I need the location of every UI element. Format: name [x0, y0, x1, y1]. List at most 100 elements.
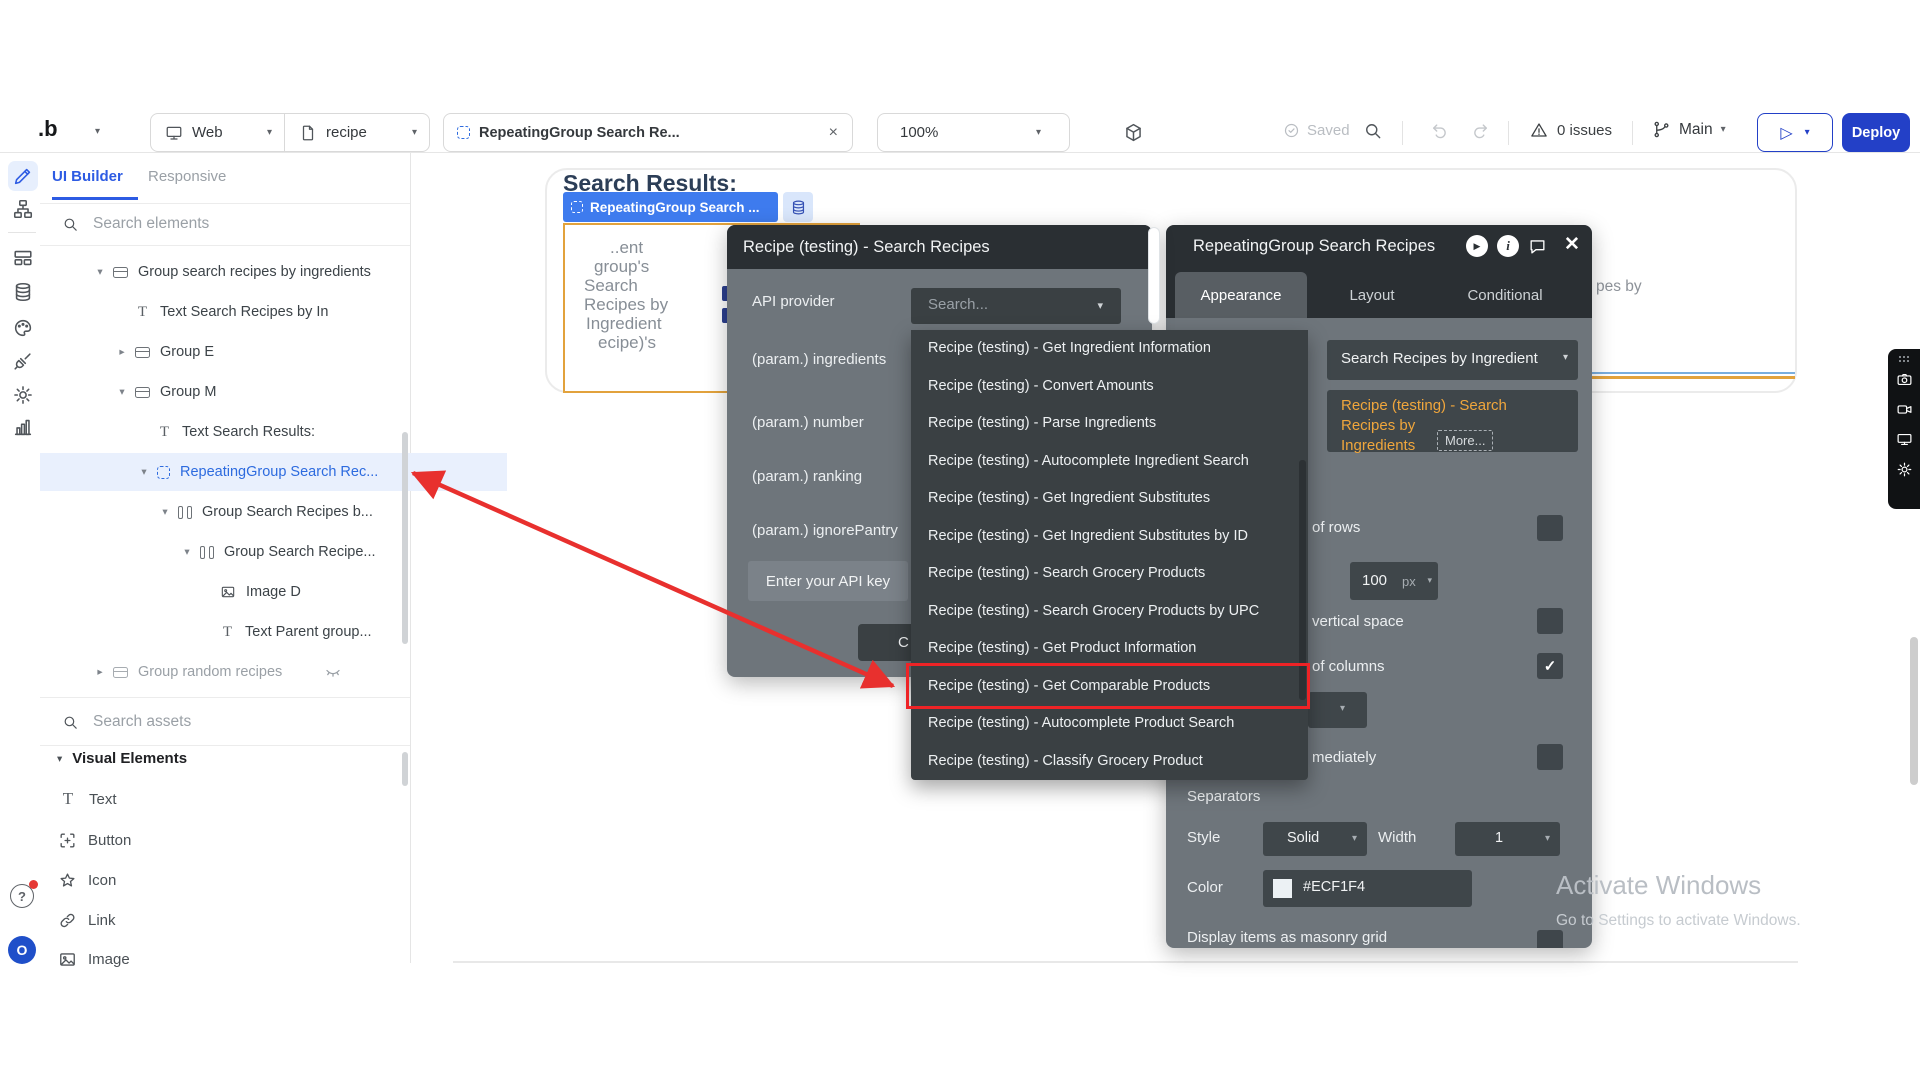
undo-icon[interactable] — [1430, 121, 1450, 141]
camera-icon[interactable] — [1896, 371, 1913, 388]
selected-element-chip[interactable]: RepeatingGroup Search ... — [563, 192, 778, 222]
caret-right-icon[interactable]: ▸ — [93, 666, 107, 678]
redo-icon[interactable] — [1470, 121, 1490, 141]
close-icon[interactable]: × — [829, 124, 838, 142]
color-input[interactable]: #ECF1F4 — [1263, 870, 1472, 907]
data-source-chip[interactable] — [783, 192, 813, 222]
caret-down-icon[interactable]: ▾ — [180, 546, 194, 558]
tree-item-group-e[interactable]: ▸ Group E — [40, 333, 477, 371]
browser-scrollbar-thumb[interactable] — [1910, 637, 1918, 785]
search-elements-row[interactable] — [40, 204, 410, 244]
run-play-icon[interactable]: ▶ — [1466, 235, 1488, 257]
tab-conditional[interactable]: Conditional — [1460, 272, 1550, 318]
asset-item-image[interactable]: Image — [58, 940, 398, 978]
tree-item-group-random-recipes[interactable]: ▸ Group random recipes — [40, 653, 455, 691]
asset-item-link[interactable]: Link — [58, 901, 398, 939]
chevron-down-icon[interactable]: ▾ — [1805, 127, 1810, 138]
settings-gear-icon[interactable] — [12, 384, 34, 406]
bubble-logo[interactable]: .b — [38, 116, 58, 142]
logs-chart-icon[interactable] — [12, 416, 34, 438]
close-icon[interactable]: ✕ — [1564, 233, 1580, 256]
eye-closed-icon[interactable] — [324, 663, 342, 681]
device-dropdown[interactable]: Web ▾ — [150, 113, 285, 152]
screen-capture-toolbar[interactable] — [1888, 349, 1920, 509]
search-assets-input[interactable] — [91, 712, 345, 732]
tab-responsive[interactable]: Responsive — [148, 168, 226, 185]
tree-item-text-search-results[interactable]: Text Search Results: — [40, 413, 499, 451]
partial-dropdown[interactable]: ▾ — [1308, 692, 1367, 728]
zoom-dropdown[interactable]: 100% ▾ — [877, 113, 1070, 152]
component-cube-icon[interactable] — [1123, 122, 1144, 143]
style-dropdown[interactable]: Solid ▾ — [1263, 822, 1367, 856]
provider-option[interactable]: Recipe (testing) - Get Ingredient Inform… — [911, 330, 1308, 368]
provider-option[interactable]: Recipe (testing) - Convert Amounts — [911, 368, 1308, 406]
provider-option[interactable]: Recipe (testing) - Search Grocery Produc… — [911, 555, 1308, 593]
preview-button[interactable]: ▷ ▾ — [1757, 113, 1833, 152]
width-dropdown[interactable]: 1 ▾ — [1455, 822, 1560, 856]
tree-item-repeatinggroup-selected[interactable]: ▾ RepeatingGroup Search Rec... — [40, 453, 507, 491]
deploy-button[interactable]: Deploy — [1842, 113, 1910, 152]
gear-icon[interactable] — [1896, 461, 1913, 478]
page-dropdown[interactable]: recipe ▾ — [284, 113, 430, 152]
provider-option[interactable]: Recipe (testing) - Get Ingredient Substi… — [911, 480, 1308, 518]
asset-item-button[interactable]: Button — [58, 821, 398, 859]
drag-handle-dots-icon[interactable] — [1898, 355, 1910, 363]
row-height-input[interactable]: 100 px ▾ — [1350, 562, 1438, 600]
asset-item-icon[interactable]: Icon — [58, 861, 398, 899]
comment-icon[interactable] — [1528, 237, 1547, 256]
chevron-down-icon[interactable]: ▾ — [1427, 575, 1432, 586]
data-database-icon[interactable] — [12, 281, 34, 303]
tree-item-image-d[interactable]: Image D — [40, 573, 562, 611]
styles-palette-icon[interactable] — [12, 317, 34, 339]
tree-item-group-search-recipes[interactable]: ▾ Group search recipes by ingredients — [40, 253, 455, 291]
provider-option[interactable]: Recipe (testing) - Classify Grocery Prod… — [911, 743, 1308, 781]
search-elements-input[interactable] — [91, 214, 345, 234]
panel-scrollbar-thumb[interactable] — [1148, 227, 1160, 324]
caret-right-icon[interactable]: ▸ — [115, 346, 129, 358]
provider-option[interactable]: Recipe (testing) - Get Product Informati… — [911, 630, 1308, 668]
tree-item-group-search-recipe[interactable]: ▾ Group Search Recipe... — [40, 533, 542, 571]
immediately-checkbox[interactable] — [1537, 744, 1563, 770]
issues-indicator[interactable]: 0 issues — [1530, 121, 1612, 139]
caret-down-icon[interactable]: ▾ — [115, 386, 129, 398]
provider-option[interactable]: Recipe (testing) - Autocomplete Ingredie… — [911, 443, 1308, 481]
provider-option[interactable]: Recipe (testing) - Get Ingredient Substi… — [911, 518, 1308, 556]
element-tab[interactable]: RepeatingGroup Search Re... × — [443, 113, 853, 152]
tree-item-group-search-recipes-b[interactable]: ▾ Group Search Recipes b... — [40, 493, 520, 531]
caret-down-icon[interactable]: ▾ — [137, 466, 151, 478]
rows-checkbox[interactable] — [1537, 515, 1563, 541]
visual-elements-header[interactable]: ▾ Visual Elements — [57, 750, 187, 767]
tree-item-text-search-recipes[interactable]: Text Search Recipes by In — [40, 293, 477, 331]
video-camera-icon[interactable] — [1896, 401, 1913, 418]
screen-icon[interactable] — [1896, 431, 1913, 448]
provider-option[interactable]: Recipe (testing) - Search Grocery Produc… — [911, 593, 1308, 631]
assistant-icon[interactable]: O — [8, 936, 36, 964]
tab-appearance[interactable]: Appearance — [1175, 272, 1307, 318]
provider-option[interactable]: Recipe (testing) - Autocomplete Product … — [911, 705, 1308, 743]
logo-chevron-down-icon[interactable]: ▾ — [95, 126, 100, 137]
more-button[interactable]: More... — [1437, 430, 1493, 451]
caret-down-icon[interactable]: ▾ — [93, 266, 107, 278]
assets-scrollbar[interactable] — [402, 752, 408, 786]
provider-search-dropdown[interactable]: Search... ▾ — [911, 288, 1121, 324]
columns-checkbox-checked[interactable]: ✓ — [1537, 653, 1563, 679]
provider-option[interactable]: Recipe (testing) - Parse Ingredients — [911, 405, 1308, 443]
info-icon[interactable]: i — [1497, 235, 1519, 257]
tab-ui-builder[interactable]: UI Builder — [52, 168, 123, 185]
search-assets-row[interactable] — [40, 702, 410, 742]
masonry-checkbox[interactable] — [1537, 930, 1563, 948]
tree-scrollbar[interactable] — [402, 432, 408, 644]
search-icon[interactable] — [1363, 121, 1383, 141]
workflow-sitemap-icon[interactable] — [12, 198, 34, 220]
vertical-space-checkbox[interactable] — [1537, 608, 1563, 634]
datasource-dropdown[interactable]: Search Recipes by Ingredient ▾ — [1327, 340, 1578, 380]
cell-dynamic-text[interactable]: ..ent group's Search Recipes by Ingredie… — [584, 238, 668, 352]
branch-dropdown[interactable]: Main ▾ — [1652, 120, 1726, 139]
components-icon[interactable] — [12, 247, 34, 269]
design-pencil-icon[interactable] — [12, 165, 34, 187]
color-swatch[interactable] — [1273, 879, 1292, 898]
tree-item-group-m[interactable]: ▾ Group M — [40, 373, 477, 411]
tree-item-text-parent-group[interactable]: Text Parent group... — [40, 613, 562, 651]
tab-layout[interactable]: Layout — [1347, 272, 1397, 318]
asset-item-text[interactable]: Text — [58, 780, 398, 818]
